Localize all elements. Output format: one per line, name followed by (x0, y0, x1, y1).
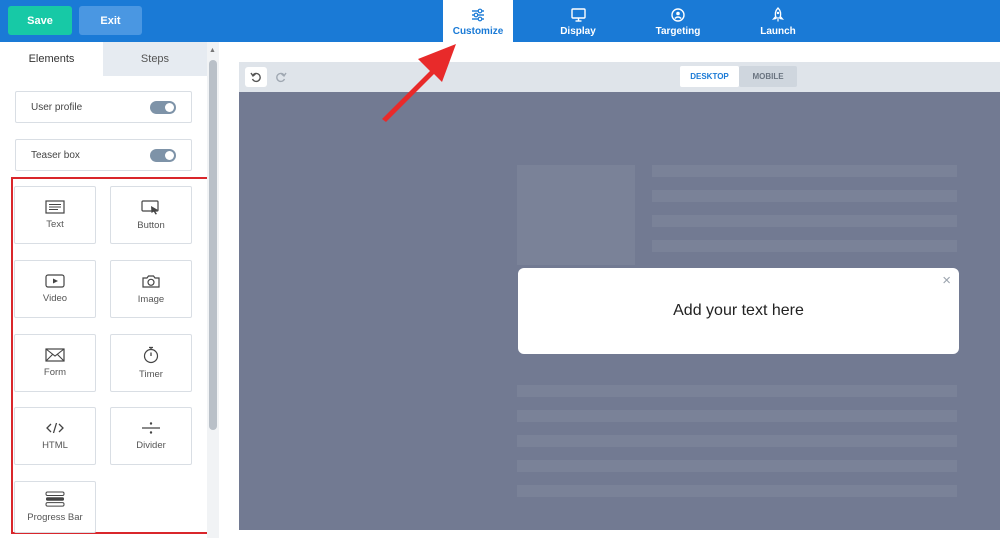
target-user-icon (671, 8, 685, 22)
tab-targeting[interactable]: Targeting (643, 0, 713, 42)
undo-icon[interactable] (245, 67, 267, 87)
tab-label: Launch (760, 26, 796, 37)
close-icon[interactable]: × (942, 272, 951, 289)
monitor-icon (570, 8, 586, 22)
placeholder-line (652, 215, 957, 227)
teaser-box-toggle-card[interactable]: Teaser box (15, 139, 192, 171)
tab-display[interactable]: Display (543, 0, 613, 42)
placeholder-line (652, 190, 957, 202)
user-profile-switch[interactable] (150, 101, 176, 114)
placeholder-image (517, 165, 635, 265)
teaser-box-switch[interactable] (150, 149, 176, 162)
toggle-label: Teaser box (31, 150, 80, 161)
user-profile-toggle-card[interactable]: User profile (15, 91, 192, 123)
rocket-icon (772, 7, 784, 22)
sidebar-tabs: Elements Steps (0, 42, 207, 76)
tab-label: Targeting (655, 26, 701, 37)
element-label: Divider (136, 440, 166, 451)
sliders-icon (472, 8, 484, 22)
element-label: Timer (139, 369, 163, 380)
progress-bar-icon (45, 491, 65, 507)
placeholder-line (517, 485, 957, 497)
element-form[interactable]: Form (14, 334, 96, 392)
camera-icon (142, 274, 160, 288)
tab-launch[interactable]: Launch (743, 0, 813, 42)
toggle-label: User profile (31, 102, 83, 113)
tab-label: Display (560, 26, 596, 37)
placeholder-line (517, 385, 957, 397)
mobile-view-button[interactable]: MOBILE (739, 66, 797, 87)
element-divider[interactable]: Divider (110, 407, 192, 465)
popup-preview[interactable]: Add your text here × (518, 268, 959, 354)
stopwatch-icon (143, 346, 159, 364)
switch-knob (165, 103, 174, 112)
element-timer[interactable]: Timer (110, 334, 192, 392)
element-label: Image (137, 293, 165, 305)
envelope-icon (45, 348, 65, 362)
element-text[interactable]: Text (14, 186, 96, 244)
text-icon (45, 200, 65, 214)
code-icon (46, 422, 64, 434)
tab-elements[interactable]: Elements (0, 42, 103, 76)
element-label: Button (137, 219, 165, 231)
element-button[interactable]: Button (110, 186, 192, 244)
sidebar-scroll-thumb[interactable] (209, 60, 217, 430)
scroll-up-icon[interactable]: ▲ (209, 47, 216, 54)
save-button[interactable]: Save (8, 6, 72, 35)
switch-knob (165, 151, 174, 160)
element-label: Video (42, 293, 68, 304)
element-label: HTML (42, 440, 68, 451)
desktop-view-button[interactable]: DESKTOP (680, 66, 739, 87)
element-label: Form (43, 367, 67, 378)
exit-button[interactable]: Exit (79, 6, 142, 35)
tab-steps[interactable]: Steps (103, 42, 207, 76)
placeholder-line (517, 410, 957, 422)
placeholder-line (652, 240, 957, 252)
element-html[interactable]: HTML (14, 407, 96, 465)
divide-icon (142, 422, 160, 434)
placeholder-line (517, 460, 957, 472)
element-label: Text (46, 219, 64, 230)
button-cursor-icon (141, 199, 159, 214)
element-label: Progress Bar (27, 512, 83, 523)
placeholder-line (517, 435, 957, 447)
placeholder-line (652, 165, 957, 177)
element-progress-bar[interactable]: Progress Bar (14, 481, 96, 533)
element-video[interactable]: Video (14, 260, 96, 318)
red-arrow-annotation (382, 44, 456, 122)
redo-icon[interactable] (270, 67, 292, 87)
video-icon (45, 274, 65, 288)
element-image[interactable]: Image (110, 260, 192, 318)
canvas-toolbar (239, 62, 1000, 92)
popup-text[interactable]: Add your text here (673, 302, 804, 320)
